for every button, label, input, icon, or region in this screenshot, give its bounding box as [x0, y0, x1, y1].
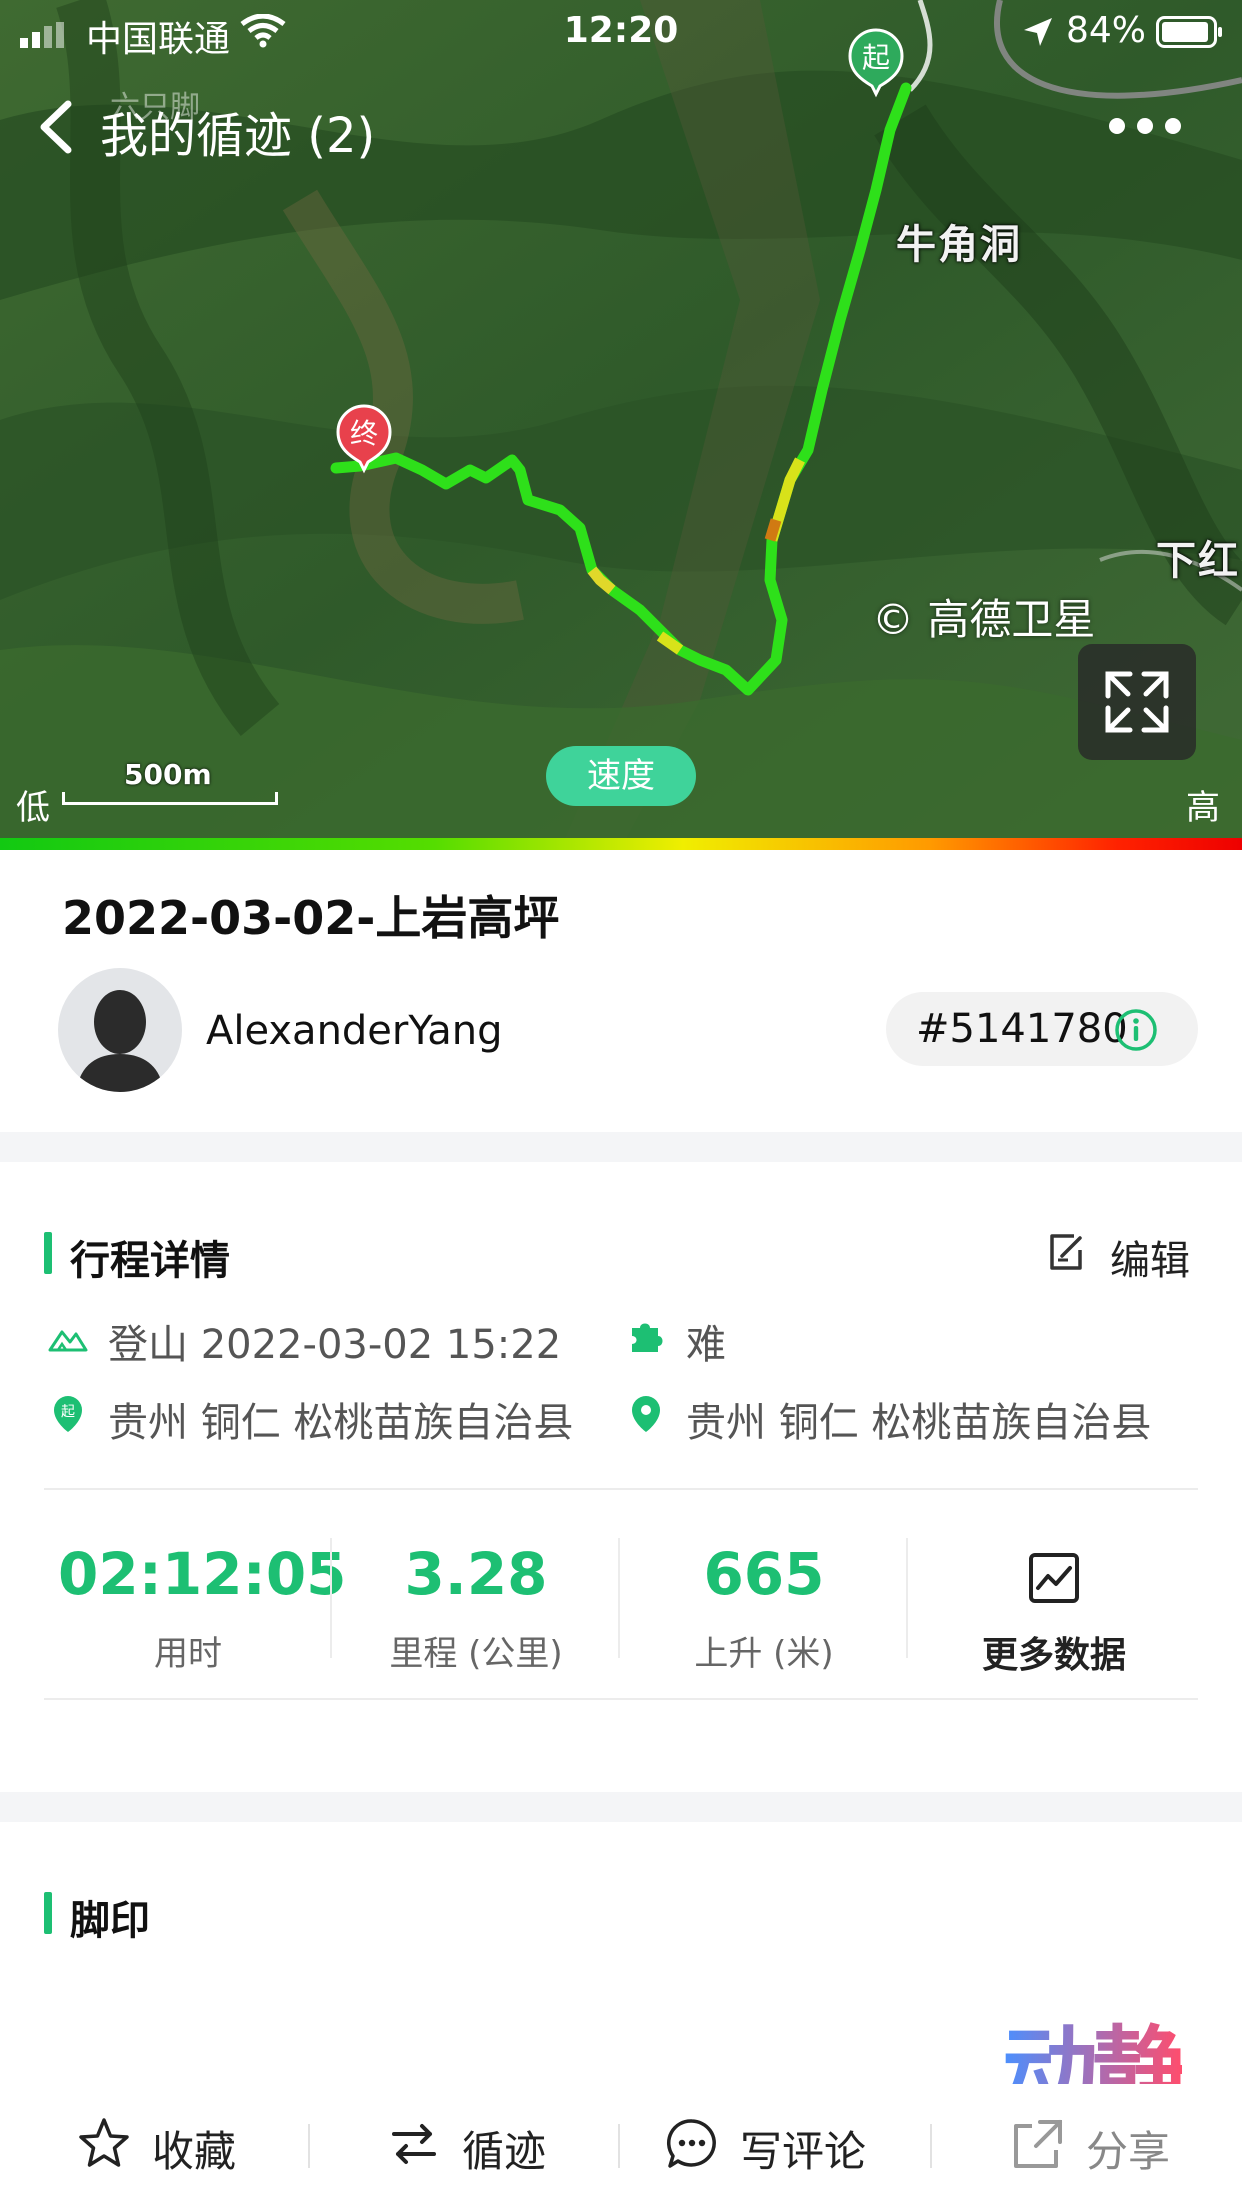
info-icon [1115, 1009, 1157, 1051]
difficulty-level: 难 [686, 1322, 726, 1368]
map-view[interactable]: 中国联通 12:20 84% 六只脚 我的循迹 (2) 起 终 牛角洞 下红 ©… [0, 0, 1242, 850]
share-label: 分享 [1086, 2127, 1171, 2176]
avatar[interactable] [58, 968, 182, 1092]
battery-percent: 84% [1066, 10, 1147, 51]
fullscreen-button[interactable] [1078, 644, 1196, 760]
speed-mode-chip[interactable]: 速度 [546, 746, 696, 806]
place-label-niujiaodong: 牛角洞 [896, 222, 1022, 268]
trip-id-text: #5141780 [916, 1006, 1128, 1052]
stat-duration-label: 用时 [154, 1634, 222, 1674]
stat-distance-value: 3.28 [404, 1540, 548, 1608]
section-divider [0, 1132, 1242, 1162]
section-divider [0, 1792, 1242, 1822]
share-icon [1014, 2120, 1062, 2168]
trip-title: 2022-03-02-上岩高坪 [62, 891, 560, 945]
back-arrow-icon[interactable] [30, 92, 90, 162]
section-accent-bar [44, 1232, 52, 1274]
user-avatar-icon [76, 990, 164, 1092]
more-data-button[interactable]: 更多数据 [924, 1626, 1184, 1678]
end-pin-label: 终 [349, 417, 378, 450]
chart-icon[interactable] [1028, 1552, 1080, 1604]
follow-track-label: 循迹 [462, 2127, 547, 2176]
start-pin: 起 [846, 28, 906, 100]
stat-duration-value: 02:12:05 [58, 1540, 347, 1608]
stat-separator [330, 1538, 332, 1658]
end-pin: 终 [334, 404, 394, 476]
more-options-icon[interactable] [1100, 106, 1190, 146]
legend-low-label: 低 [16, 788, 50, 828]
scale-label: 500m [124, 758, 212, 791]
username[interactable]: AlexanderYang [206, 1008, 503, 1054]
activity-datetime: 登山 2022-03-02 15:22 [108, 1322, 562, 1368]
edit-icon[interactable] [1046, 1230, 1086, 1274]
page-title: 我的循迹 (2) [100, 108, 376, 164]
start-badge-text: 起 [61, 1404, 75, 1420]
stat-separator [906, 1538, 908, 1658]
section-accent-bar [44, 1892, 52, 1934]
track-icon [392, 2124, 436, 2164]
legend-high-label: 高 [1186, 788, 1220, 828]
end-location: 贵州 铜仁 松桃苗族自治县 [686, 1400, 1152, 1446]
write-comment-label: 写评论 [740, 2127, 867, 2176]
place-label-xiahong: 下红 [1156, 538, 1240, 584]
map-copyright: © 高德卫星 [872, 595, 1096, 644]
edit-button[interactable]: 编辑 [1110, 1228, 1190, 1286]
favorite-label: 收藏 [152, 2127, 237, 2176]
start-pin-label: 起 [861, 41, 890, 74]
speed-gradient-bar [0, 838, 1242, 850]
comment-icon [667, 2119, 716, 2168]
trip-details-title: 行程详情 [70, 1238, 230, 1284]
divider-line [44, 1698, 1198, 1700]
status-bar: 中国联通 12:20 84% [0, 0, 1242, 64]
trip-id-badge[interactable]: #5141780 [886, 992, 1198, 1066]
stat-ascent-label: 上升 (米) [694, 1634, 834, 1674]
bar-separator [308, 2124, 310, 2168]
battery-icon [1156, 16, 1222, 48]
end-location-icon [632, 1396, 660, 1432]
scale-bar [62, 792, 278, 805]
bar-separator [930, 2124, 932, 2168]
footprint-title: 脚印 [70, 1898, 150, 1944]
stat-ascent-value: 665 [703, 1540, 825, 1608]
bar-separator [618, 2124, 620, 2168]
location-arrow-icon [1024, 18, 1052, 46]
difficulty-puzzle-icon [632, 1323, 663, 1352]
divider-line [44, 1488, 1198, 1490]
stat-distance-label: 里程 (公里) [389, 1634, 563, 1674]
start-location: 贵州 铜仁 松桃苗族自治县 [108, 1400, 574, 1446]
star-icon [79, 2118, 129, 2167]
expand-icon [1105, 671, 1169, 733]
stat-separator [618, 1538, 620, 1658]
start-location-icon: 起 [54, 1396, 82, 1432]
bottom-action-bar: 收藏 循迹 写评论 分享 [0, 2084, 1242, 2208]
mountain-icon [48, 1330, 88, 1352]
clock: 12:20 [563, 10, 679, 51]
